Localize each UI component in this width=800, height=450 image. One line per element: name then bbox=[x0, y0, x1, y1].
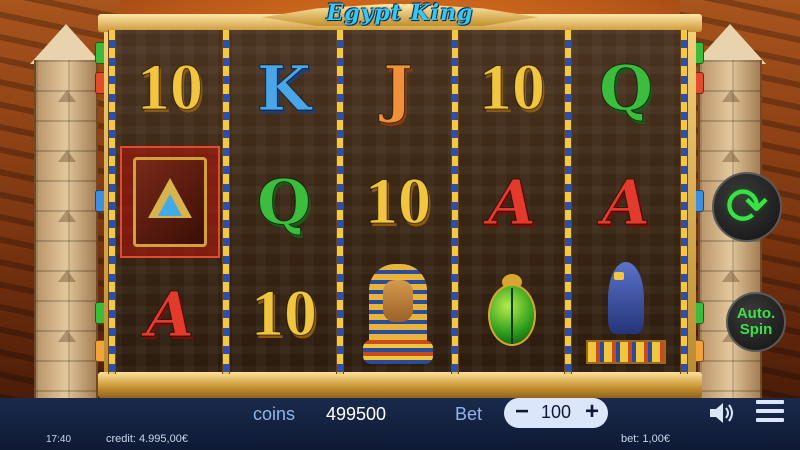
reel-symbol: J bbox=[346, 34, 450, 142]
symbol-j: J bbox=[383, 51, 413, 125]
scarab-icon bbox=[480, 274, 544, 354]
hamburger-line bbox=[756, 418, 784, 422]
speaker-icon bbox=[710, 403, 733, 423]
clock: 17:40 bbox=[46, 434, 72, 445]
pillar-glyph bbox=[58, 90, 76, 102]
reel-symbol: Q bbox=[574, 34, 678, 142]
reel-symbol bbox=[574, 260, 678, 368]
bet-info-text: bet: 1,00€ bbox=[621, 433, 670, 445]
reel-symbol: 10 bbox=[232, 260, 336, 368]
game-logo: Egypt King bbox=[326, 0, 474, 26]
reel-symbol: 10 bbox=[118, 34, 222, 142]
pyramid-right bbox=[694, 24, 766, 64]
pillar-glyph bbox=[722, 270, 740, 282]
symbol-10: 10 bbox=[365, 165, 432, 239]
coins-value: 499500 bbox=[326, 404, 387, 424]
coins-label: coins bbox=[253, 404, 296, 424]
bet-increase-button[interactable]: + bbox=[580, 398, 604, 428]
menu-button[interactable] bbox=[756, 400, 784, 426]
reel-symbol: Q bbox=[232, 148, 336, 256]
reel-symbol bbox=[460, 260, 564, 368]
pillar-glyph bbox=[58, 150, 76, 162]
symbol-k: K bbox=[257, 51, 312, 125]
sound-button[interactable] bbox=[706, 400, 736, 428]
bet-decrease-button[interactable]: − bbox=[510, 398, 534, 428]
spin-button[interactable]: ⟳ bbox=[712, 172, 782, 242]
symbol-a: A bbox=[601, 165, 651, 239]
refresh-icon: ⟳ bbox=[725, 177, 769, 237]
book-icon bbox=[133, 157, 207, 247]
reel-symbol: A bbox=[118, 260, 222, 368]
credit-text: credit: 4.995,00€ bbox=[106, 433, 188, 445]
pyramid-left bbox=[30, 24, 102, 64]
reel-separator bbox=[451, 30, 459, 374]
bet-value: 100 bbox=[540, 402, 572, 422]
reel-separator bbox=[108, 30, 116, 374]
pillar-left bbox=[34, 60, 98, 400]
symbol-10: 10 bbox=[251, 277, 318, 351]
pillar-glyph bbox=[722, 150, 740, 162]
reel-symbol: 10 bbox=[346, 148, 450, 256]
hamburger-icon bbox=[756, 400, 784, 404]
symbol-q: Q bbox=[598, 51, 653, 125]
reel-separator bbox=[680, 30, 688, 374]
pillar-glyph bbox=[58, 330, 76, 342]
symbol-a: A bbox=[487, 165, 537, 239]
pillar-glyph bbox=[58, 270, 76, 282]
pillar-glyph bbox=[722, 90, 740, 102]
reel-symbol bbox=[118, 148, 222, 256]
bet-stepper: − 100 + bbox=[504, 398, 608, 428]
reel-separator bbox=[336, 30, 344, 374]
symbol-a: A bbox=[145, 277, 195, 351]
reel-separator bbox=[564, 30, 572, 374]
symbol-q: Q bbox=[256, 165, 311, 239]
hamburger-line bbox=[756, 409, 784, 413]
auto-spin-button[interactable]: Auto. Spin bbox=[726, 292, 786, 352]
pharaoh-icon bbox=[363, 264, 433, 364]
pillar-glyph bbox=[58, 210, 76, 222]
bottom-rail bbox=[98, 372, 702, 398]
bet-label: Bet bbox=[455, 404, 483, 424]
reel-symbol: 10 bbox=[460, 34, 564, 142]
reel-symbol: A bbox=[574, 148, 678, 256]
symbol-10: 10 bbox=[479, 51, 546, 125]
reel-symbol: A bbox=[460, 148, 564, 256]
falcon-icon bbox=[586, 262, 666, 366]
reel-symbol bbox=[346, 260, 450, 368]
reel-symbol: K bbox=[232, 34, 336, 142]
symbol-10: 10 bbox=[137, 51, 204, 125]
reel-separator bbox=[222, 30, 230, 374]
